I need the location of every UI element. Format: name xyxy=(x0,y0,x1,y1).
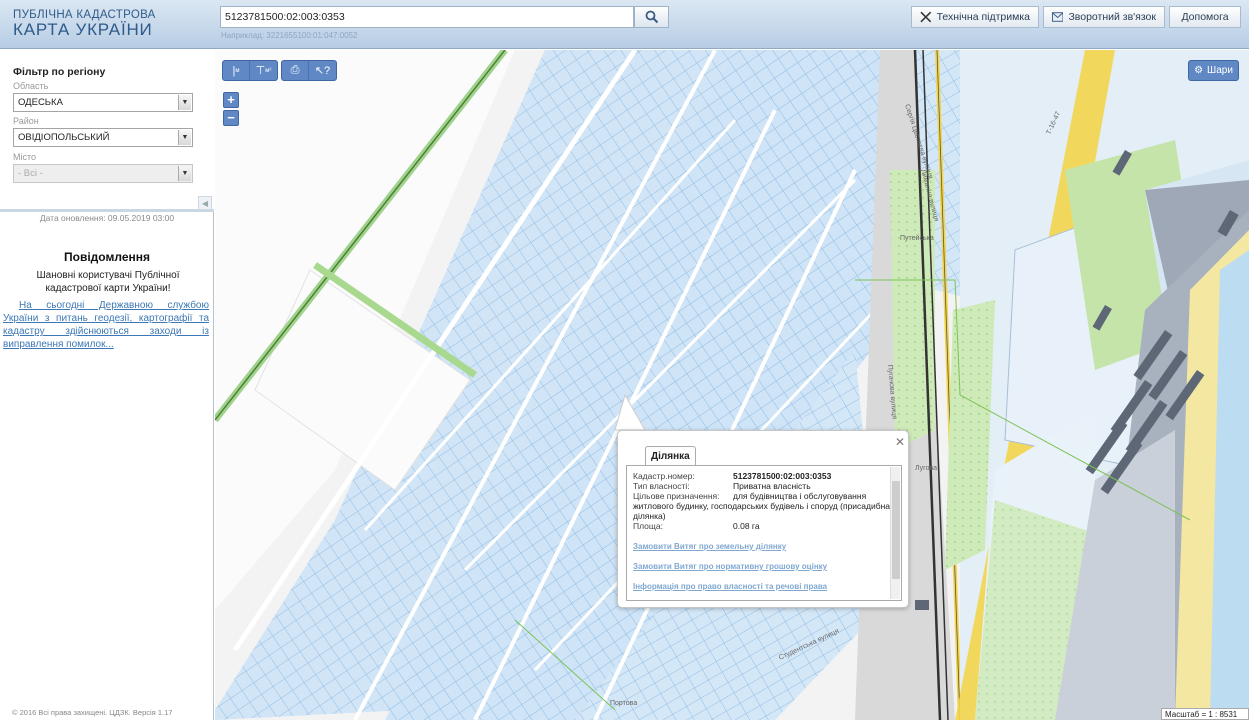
measure-toolbar: | м ⊤ м² xyxy=(222,60,278,81)
scrollbar-thumb[interactable] xyxy=(892,481,900,579)
ownership-info-link[interactable]: Інформація про право власності та речові… xyxy=(633,582,827,591)
parcel-label: Кадастр.номер: xyxy=(633,471,695,481)
measure-area-icon[interactable]: ⊤ м² xyxy=(250,61,277,80)
filter-title: Фільтр по регіону xyxy=(13,66,106,78)
tech-support-button[interactable]: Технічна підтримка xyxy=(911,6,1039,28)
chevron-down-icon[interactable]: ▼ xyxy=(178,95,191,110)
order-valuation-extract-link[interactable]: Замовити Витяг про нормативну грошову оц… xyxy=(633,562,827,571)
region-filter-panel: Фільтр по регіону Область ОДЕСЬКА ▼ Райо… xyxy=(0,50,214,212)
footer-copyright: © 2016 Всі права захищені. ЦДЗК. Версія … xyxy=(12,708,173,717)
place-label-portova: Портова xyxy=(610,700,637,707)
notice-title: Повідомлення xyxy=(64,250,150,264)
cadastral-search-input[interactable] xyxy=(220,6,634,28)
district-select[interactable]: ОВІДІОПОЛЬСЬКИЙ ▼ xyxy=(13,128,193,147)
scale-indicator: Масштаб = 1 : 8531 xyxy=(1161,708,1249,720)
zoom-in-button[interactable]: + xyxy=(223,92,239,108)
tools-toolbar: ⎙ ↖? xyxy=(281,60,337,81)
measure-distance-icon[interactable]: | м xyxy=(223,61,250,80)
region-select[interactable]: ОДЕСЬКА ▼ xyxy=(13,93,193,112)
print-icon[interactable]: ⎙ xyxy=(282,61,309,80)
header-bar: ПУБЛІЧНА КАДАСТРОВА КАРТА УКРАЇНИ Наприк… xyxy=(0,0,1249,49)
feedback-button[interactable]: Зворотний зв'язок xyxy=(1043,6,1165,28)
notice-greeting: Шановні користувачі Публічної кадастрово… xyxy=(36,270,180,294)
gear-icon: ⚙ xyxy=(1194,65,1204,76)
zoom-out-button[interactable]: − xyxy=(223,110,239,126)
parcel-value: для будівництва і обслуговування житлово… xyxy=(633,491,891,521)
sidebar: Фільтр по регіону Область ОДЕСЬКА ▼ Райо… xyxy=(0,50,214,720)
layers-button[interactable]: ⚙ Шари xyxy=(1188,60,1239,81)
place-label-puteiska: Путейська xyxy=(900,234,934,242)
city-select[interactable]: - Всі - ▼ xyxy=(13,164,193,183)
search-button[interactable] xyxy=(634,6,669,28)
parcel-value: 5123781500:02:003:0353 xyxy=(733,471,832,481)
parcel-label: Тип власності: xyxy=(633,481,690,491)
district-value: ОВІДІОПОЛЬСЬКИЙ xyxy=(18,132,110,143)
help-button[interactable]: Допомога xyxy=(1169,6,1241,28)
order-parcel-extract-link[interactable]: Замовити Витяг про земельну ділянку xyxy=(633,542,786,551)
parcel-row-purpose: Цільове призначення: для будівництва і о… xyxy=(633,491,895,523)
close-icon[interactable]: ✕ xyxy=(895,435,905,449)
tab-parcel[interactable]: Ділянка xyxy=(645,446,696,466)
tech-support-label: Технічна підтримка xyxy=(936,11,1030,23)
notice-link[interactable]: На сьогодні Державною службою України з … xyxy=(3,299,209,351)
chevron-down-icon[interactable]: ▼ xyxy=(178,130,191,145)
layers-label: Шари xyxy=(1207,65,1233,76)
city-value: - Всі - xyxy=(18,168,43,179)
east-district xyxy=(915,50,1249,720)
chevron-left-icon: ◀ xyxy=(201,198,209,208)
collapse-sidebar-button[interactable]: ◀ xyxy=(198,196,212,210)
update-date: Дата оновлення: 09.05.2019 03:00 xyxy=(39,213,175,223)
city-label: Місто xyxy=(13,152,37,162)
site-logo[interactable]: ПУБЛІЧНА КАДАСТРОВА КАРТА УКРАЇНИ xyxy=(13,9,156,39)
parcel-value: 0.08 га xyxy=(733,521,760,531)
parcel-info-popup: ✕ Ділянка Кадастр.номер: 5123781500:02:0… xyxy=(617,430,909,608)
search-hint: Наприклад: 3221655100:01:047:0052 xyxy=(221,31,358,40)
chevron-down-icon: ▼ xyxy=(178,166,191,181)
popup-scrollbar[interactable] xyxy=(890,467,900,599)
identify-cursor-icon[interactable]: ↖? xyxy=(309,61,336,80)
search-icon xyxy=(645,10,658,24)
parcel-label: Площа: xyxy=(633,521,663,531)
region-value: ОДЕСЬКА xyxy=(18,97,63,108)
logo-line2: КАРТА УКРАЇНИ xyxy=(13,20,153,39)
help-label: Допомога xyxy=(1181,11,1229,23)
place-label-luhova: Лугова xyxy=(915,465,937,472)
parcel-info-body: Кадастр.номер: 5123781500:02:003:0353 Ти… xyxy=(626,465,902,601)
district-label: Район xyxy=(13,116,39,126)
tools-icon xyxy=(920,11,932,23)
parcel-value: Приватна власність xyxy=(733,481,811,491)
region-label: Область xyxy=(13,81,49,91)
map-tiles[interactable]: Сергія Цвєтаєва вулиця Пугачова вулиця Л… xyxy=(215,50,1249,720)
feedback-label: Зворотний зв'язок xyxy=(1068,11,1156,23)
envelope-icon xyxy=(1052,12,1064,22)
map-canvas[interactable]: Сергія Цвєтаєва вулиця Пугачова вулиця Л… xyxy=(215,50,1249,720)
